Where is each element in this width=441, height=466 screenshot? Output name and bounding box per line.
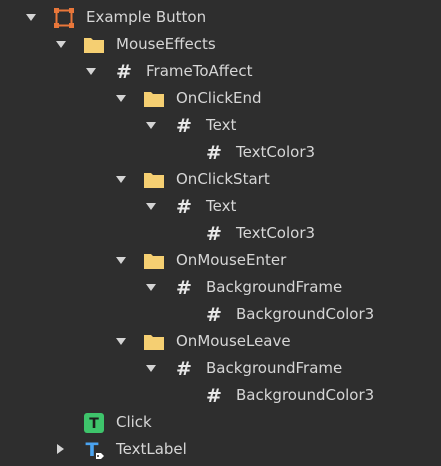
- tree-item-label: OnClickStart: [176, 170, 270, 188]
- tree-item-label: Example Button: [86, 8, 207, 26]
- tree-item-label: BackgroundColor3: [236, 386, 375, 404]
- collapse-arrow-icon[interactable]: [114, 247, 128, 274]
- folder-icon: [143, 88, 165, 110]
- tree-item-label: Text: [206, 197, 237, 215]
- tree-item-textcolor3[interactable]: # TextColor3: [0, 139, 441, 166]
- tree-item-text[interactable]: # Text: [0, 193, 441, 220]
- value-icon: #: [206, 304, 222, 326]
- collapse-arrow-icon[interactable]: [114, 328, 128, 355]
- tree-item-text[interactable]: # Text: [0, 112, 441, 139]
- tree-item-label: FrameToAffect: [146, 62, 253, 80]
- collapse-arrow-icon[interactable]: [114, 85, 128, 112]
- tree-item-backgroundframe[interactable]: # BackgroundFrame: [0, 355, 441, 382]
- folder-icon: [83, 34, 105, 56]
- tree-item-backgroundframe[interactable]: # BackgroundFrame: [0, 274, 441, 301]
- value-icon: #: [116, 61, 132, 83]
- collapse-arrow-icon[interactable]: [144, 355, 158, 382]
- value-icon: #: [206, 142, 222, 164]
- tree-item-onmouseleave[interactable]: OnMouseLeave: [0, 328, 441, 355]
- textlabel-icon: T: [83, 439, 105, 461]
- tree-item-onclickstart[interactable]: OnClickStart: [0, 166, 441, 193]
- tree-item-label: BackgroundColor3: [236, 305, 375, 323]
- tree-item-label: OnClickEnd: [176, 89, 262, 107]
- tree-item-textlabel[interactable]: T TextLabel: [0, 436, 441, 463]
- tree-item-label: TextColor3: [236, 143, 316, 161]
- value-icon: #: [176, 358, 192, 380]
- tree-item-label: Text: [206, 116, 237, 134]
- tree-item-onclickend[interactable]: OnClickEnd: [0, 85, 441, 112]
- collapse-arrow-icon[interactable]: [144, 274, 158, 301]
- tree-item-label: Click: [116, 413, 152, 431]
- explorer-tree: Example Button MouseEffects # FrameToAff…: [0, 0, 441, 466]
- frame-icon: [53, 7, 75, 29]
- script-icon: T: [83, 412, 105, 434]
- value-icon: #: [176, 196, 192, 218]
- tree-item-click[interactable]: T Click: [0, 409, 441, 436]
- collapse-arrow-icon[interactable]: [84, 58, 98, 85]
- collapse-arrow-icon[interactable]: [144, 193, 158, 220]
- tree-item-backgroundcolor3[interactable]: # BackgroundColor3: [0, 301, 441, 328]
- tree-item-label: OnMouseEnter: [176, 251, 287, 269]
- collapse-arrow-icon[interactable]: [24, 4, 38, 31]
- tree-item-label: BackgroundFrame: [206, 359, 343, 377]
- tree-item-label: TextLabel: [116, 440, 187, 458]
- tree-item-example-button[interactable]: Example Button: [0, 4, 441, 31]
- tree-item-onmouseenter[interactable]: OnMouseEnter: [0, 247, 441, 274]
- value-icon: #: [206, 385, 222, 407]
- collapse-arrow-icon[interactable]: [144, 112, 158, 139]
- tree-item-label: TextColor3: [236, 224, 316, 242]
- collapse-arrow-icon[interactable]: [114, 166, 128, 193]
- value-icon: #: [206, 223, 222, 245]
- tree-item-label: OnMouseLeave: [176, 332, 291, 350]
- tree-item-textcolor3[interactable]: # TextColor3: [0, 220, 441, 247]
- script-icon-glyph: T: [89, 416, 99, 432]
- folder-icon: [143, 331, 165, 353]
- value-icon: #: [176, 277, 192, 299]
- value-icon: #: [176, 115, 192, 137]
- tree-item-frametoaffect[interactable]: # FrameToAffect: [0, 58, 441, 85]
- collapse-arrow-icon[interactable]: [54, 31, 68, 58]
- tree-item-label: MouseEffects: [116, 35, 216, 53]
- folder-icon: [143, 250, 165, 272]
- tree-item-mouseeffects[interactable]: MouseEffects: [0, 31, 441, 58]
- tree-item-label: BackgroundFrame: [206, 278, 343, 296]
- tree-item-backgroundcolor3[interactable]: # BackgroundColor3: [0, 382, 441, 409]
- expand-arrow-icon[interactable]: [54, 436, 68, 463]
- folder-icon: [143, 169, 165, 191]
